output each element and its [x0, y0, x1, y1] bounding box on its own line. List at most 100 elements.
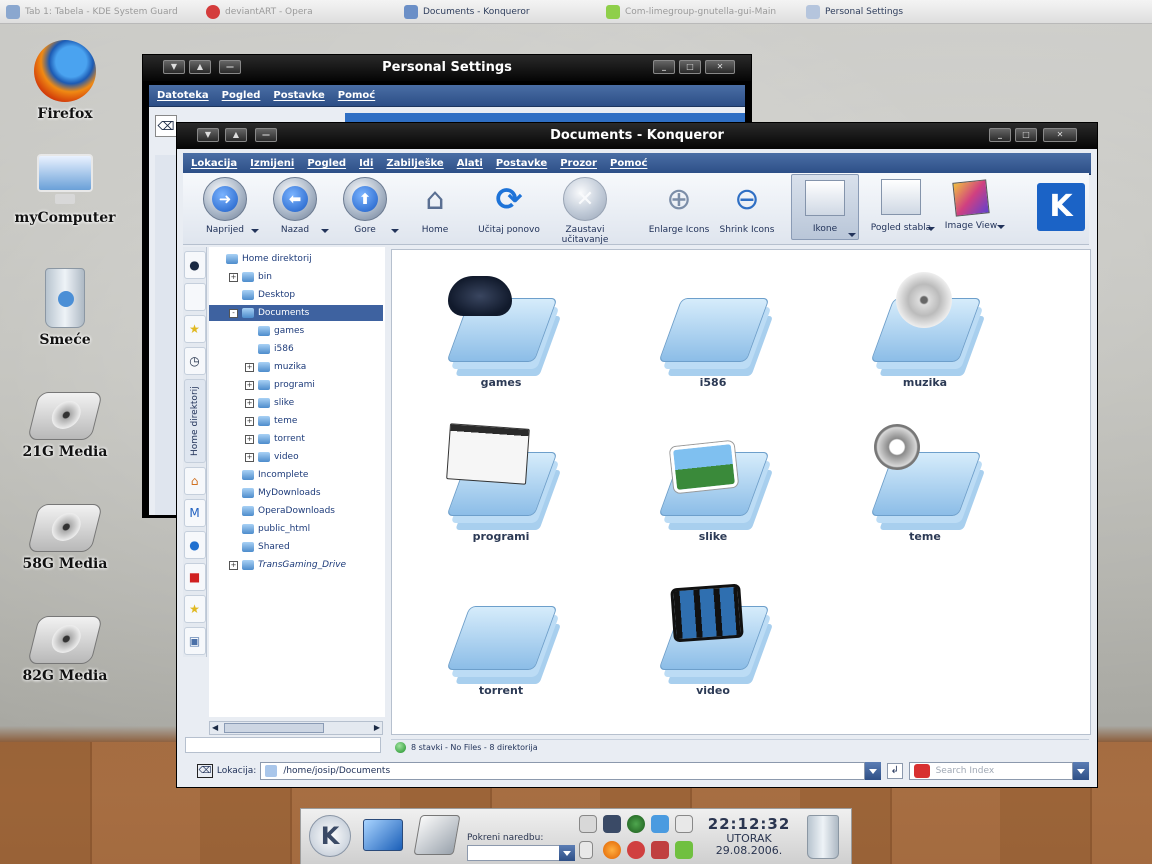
taskbar-item-opera[interactable]: deviantART - Opera — [206, 4, 313, 20]
folder-programi[interactable]: programi — [426, 422, 576, 543]
minimize-button[interactable]: _ — [989, 128, 1011, 142]
tree-item[interactable]: games — [209, 323, 383, 339]
tree-expander-icon[interactable]: + — [245, 380, 254, 390]
tree-item[interactable]: Shared — [209, 539, 383, 555]
minimize-button[interactable]: _ — [653, 60, 675, 74]
speaker-icon[interactable] — [627, 841, 645, 859]
tree-item[interactable]: + torrent — [209, 431, 383, 447]
tree-item[interactable]: Desktop — [209, 287, 383, 303]
menu-prozor[interactable]: Prozor — [560, 158, 597, 169]
menu-idi[interactable]: Idi — [359, 158, 373, 169]
kde-menu-button[interactable]: K — [309, 815, 351, 857]
clear-icon[interactable]: ⌫ — [155, 115, 177, 137]
sidebar-tab-favorites[interactable]: ★ — [183, 595, 206, 623]
tree-expander-icon[interactable]: + — [245, 434, 254, 444]
stop-button[interactable]: ✕ Zaustavi učitavanje — [543, 177, 627, 245]
folder-i586[interactable]: i586 — [638, 268, 788, 389]
icon-view-button[interactable]: Ikone — [791, 174, 859, 240]
tree-item[interactable]: Incomplete — [209, 467, 383, 483]
maximize-button[interactable]: □ — [1015, 128, 1037, 142]
tree-expander-icon[interactable]: - — [229, 308, 238, 318]
menu-pomoc[interactable]: Pomoć — [338, 90, 375, 101]
menu-izmijeni[interactable]: Izmijeni — [250, 158, 294, 169]
tree-item[interactable]: - Documents — [209, 305, 383, 321]
folder-torrent[interactable]: torrent — [426, 576, 576, 697]
dropdown-arrow-icon[interactable] — [997, 225, 1005, 229]
location-input[interactable]: /home/josip/Documents — [260, 762, 865, 780]
forward-button[interactable]: ➜ Naprijed — [189, 177, 261, 235]
dropdown-arrow-icon[interactable] — [848, 233, 856, 237]
tree-expander-icon[interactable]: + — [229, 272, 238, 282]
tree-item[interactable]: MyDownloads — [209, 485, 383, 501]
close-button[interactable]: ✕ — [1043, 128, 1077, 142]
shade-button[interactable]: — — [219, 60, 241, 74]
panel-trash-icon[interactable] — [807, 815, 839, 859]
personal-settings-titlebar[interactable]: ▼ ▲ — Personal Settings _ □ ✕ — [143, 55, 751, 81]
taskbar-item-limewire[interactable]: Com-limegroup-gnutella-gui-Main — [606, 4, 776, 20]
clear-location-icon[interactable]: ⌫ — [197, 764, 213, 778]
menu-pomoc[interactable]: Pomoć — [610, 158, 647, 169]
enlarge-icons-button[interactable]: ⊕ Enlarge Icons — [643, 177, 715, 236]
tree-expander-icon[interactable]: + — [245, 452, 254, 462]
tree-item[interactable]: + slike — [209, 395, 383, 411]
tree-item[interactable]: + bin — [209, 269, 383, 285]
folder-slike[interactable]: slike — [638, 422, 788, 543]
printer-icon[interactable] — [675, 815, 693, 833]
close-button[interactable]: ✕ — [705, 60, 735, 74]
run-command-input[interactable] — [467, 845, 561, 861]
tree-horizontal-scrollbar[interactable]: ◀ ▶ — [209, 721, 383, 735]
dropdown-arrow-icon[interactable] — [321, 229, 329, 233]
sidebar-tab-blank[interactable] — [183, 283, 206, 311]
taskbar-item-personal-settings[interactable]: Personal Settings — [806, 4, 903, 20]
clock[interactable]: 22:12:32 UTORAK 29.08.2006. — [703, 815, 795, 857]
tree-item[interactable]: + muzika — [209, 359, 383, 375]
tree-item[interactable]: + TransGaming_Drive — [209, 557, 383, 573]
menu-pogled[interactable]: Pogled — [222, 90, 261, 101]
tree-expander-icon[interactable]: + — [229, 560, 238, 570]
opera-tray-icon[interactable] — [651, 841, 669, 859]
folder-video[interactable]: video — [638, 576, 788, 697]
sidebar-tab-devices[interactable]: ▣ — [183, 627, 206, 655]
sidebar-tab-services[interactable]: ● — [183, 531, 206, 559]
tree-item[interactable]: i586 — [209, 341, 383, 357]
sidebar-tab-network[interactable]: ● — [183, 251, 206, 279]
menu-datoteka[interactable]: Datoteka — [157, 90, 209, 101]
up-button[interactable]: ⬆ Gore — [329, 177, 401, 235]
tree-filter-field[interactable] — [185, 737, 381, 753]
tree-item[interactable]: + teme — [209, 413, 383, 429]
keep-above-button[interactable]: ▲ — [189, 60, 211, 74]
scroll-right-icon[interactable]: ▶ — [374, 723, 380, 732]
tree-expander-icon[interactable]: + — [245, 362, 254, 372]
image-view-button[interactable]: Image View — [935, 177, 1007, 231]
dropdown-arrow-icon[interactable] — [927, 227, 935, 231]
keep-above-button[interactable]: ▲ — [225, 128, 247, 142]
run-command-dropdown[interactable] — [559, 845, 575, 861]
clipboard-icon[interactable] — [579, 841, 593, 859]
tree-item[interactable]: public_html — [209, 521, 383, 537]
window-menu-button[interactable]: ▼ — [163, 60, 185, 74]
home-drive-icon[interactable] — [413, 815, 461, 855]
folder-muzika[interactable]: muzika — [850, 268, 1000, 389]
tree-view-button[interactable]: Pogled stabla — [865, 177, 937, 233]
menu-postavke[interactable]: Postavke — [496, 158, 547, 169]
desktop-icon-trash[interactable]: Smeće — [0, 268, 130, 348]
home-button[interactable]: ⌂ Home — [399, 177, 471, 236]
go-button[interactable]: ↲ — [886, 763, 903, 779]
desktop-icon-mycomputer[interactable]: myComputer — [0, 154, 130, 226]
tree-expander-icon[interactable]: + — [245, 416, 254, 426]
maximize-button[interactable]: □ — [679, 60, 701, 74]
scroll-left-icon[interactable]: ◀ — [212, 723, 218, 732]
show-desktop-icon[interactable] — [363, 819, 403, 851]
shade-button[interactable]: — — [255, 128, 277, 142]
dropdown-arrow-icon[interactable] — [391, 229, 399, 233]
window-menu-button[interactable]: ▼ — [197, 128, 219, 142]
menu-alati[interactable]: Alati — [457, 158, 483, 169]
desktop-icon-firefox[interactable]: Firefox — [0, 40, 130, 122]
desktop-icon-58g-media[interactable]: 58G Media — [0, 504, 130, 572]
konqueror-titlebar[interactable]: ▼ ▲ — Documents - Konqueror _ □ ✕ — [177, 123, 1097, 149]
desktop-icon-82g-media[interactable]: 82G Media — [0, 616, 130, 684]
sidebar-tab-history[interactable]: ◷ — [183, 347, 206, 375]
tree-expander-icon[interactable]: + — [245, 398, 254, 408]
search-index-input[interactable]: Search Index — [908, 762, 1074, 780]
tree-item[interactable]: Home direktorij — [209, 251, 383, 267]
